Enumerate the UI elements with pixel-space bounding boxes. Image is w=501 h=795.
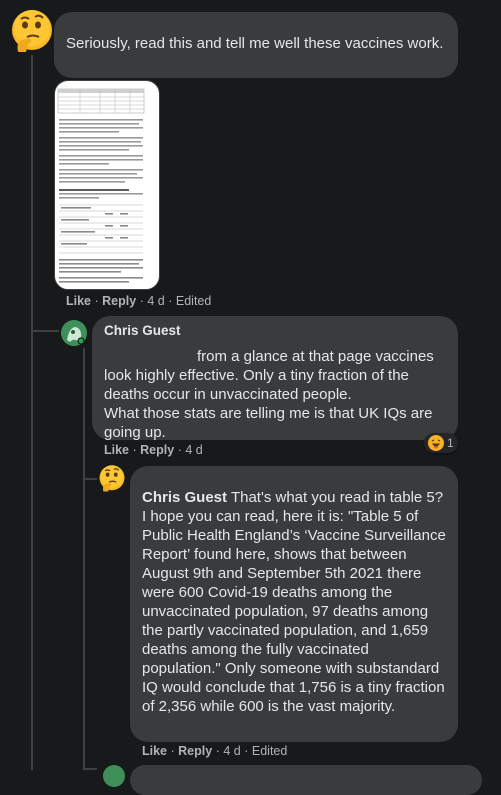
reply-bubble: Chris Guest That's what you read in tabl… [130,466,458,742]
edited-label: Edited [251,744,288,758]
haha-reaction-icon [428,435,444,451]
timestamp[interactable]: 4 d [147,294,164,308]
avatar-chris-guest[interactable] [61,320,87,346]
comment-bubble: Seriously, read this and tell me well th… [54,12,458,78]
reaction-summary[interactable]: 1 [424,433,458,453]
separator: · [94,294,99,308]
like-button[interactable]: Like [104,443,129,457]
reply-button[interactable]: Reply [178,744,212,758]
timestamp[interactable]: 4 d [185,443,202,457]
attached-document-image[interactable] [54,80,160,290]
reply-button[interactable]: Reply [102,294,136,308]
reaction-count: 1 [447,436,454,450]
comment-text: from a glance at that page vaccines look… [104,348,434,441]
timestamp[interactable]: 4 d [223,744,240,758]
comment-author[interactable]: Chris Guest [142,489,227,506]
comment-actions: Like · Reply · 4 d [104,443,203,457]
separator: · [215,744,220,758]
separator: · [170,744,175,758]
separator: · [139,294,144,308]
comment-actions: Like · Reply · 4 d · Edited [66,294,211,308]
like-button[interactable]: Like [66,294,91,308]
comment-actions: Like · Reply · 4 d · Edited [142,744,287,758]
comment-text: That's what you read in table 5? I hope … [142,489,446,715]
separator: · [168,294,173,308]
reply-bubble: Chris Guest from a glance at that page v… [92,316,458,441]
comment-author[interactable]: Chris Guest [104,323,446,339]
separator: · [244,744,249,758]
reply-button[interactable]: Reply [140,443,174,457]
thread-line-main [31,55,33,770]
separator: · [177,443,182,457]
thread-connector-2 [83,478,97,480]
thread-line-reply [83,348,85,770]
avatar-thinking-icon[interactable] [8,8,56,56]
like-button[interactable]: Like [142,744,167,758]
avatar-next-reply[interactable] [103,765,125,787]
separator: · [132,443,137,457]
edited-label: Edited [175,294,212,308]
avatar-thinking-icon[interactable] [97,464,127,494]
comment-text: Seriously, read this and tell me well th… [66,35,444,52]
thread-connector-1 [31,330,59,332]
